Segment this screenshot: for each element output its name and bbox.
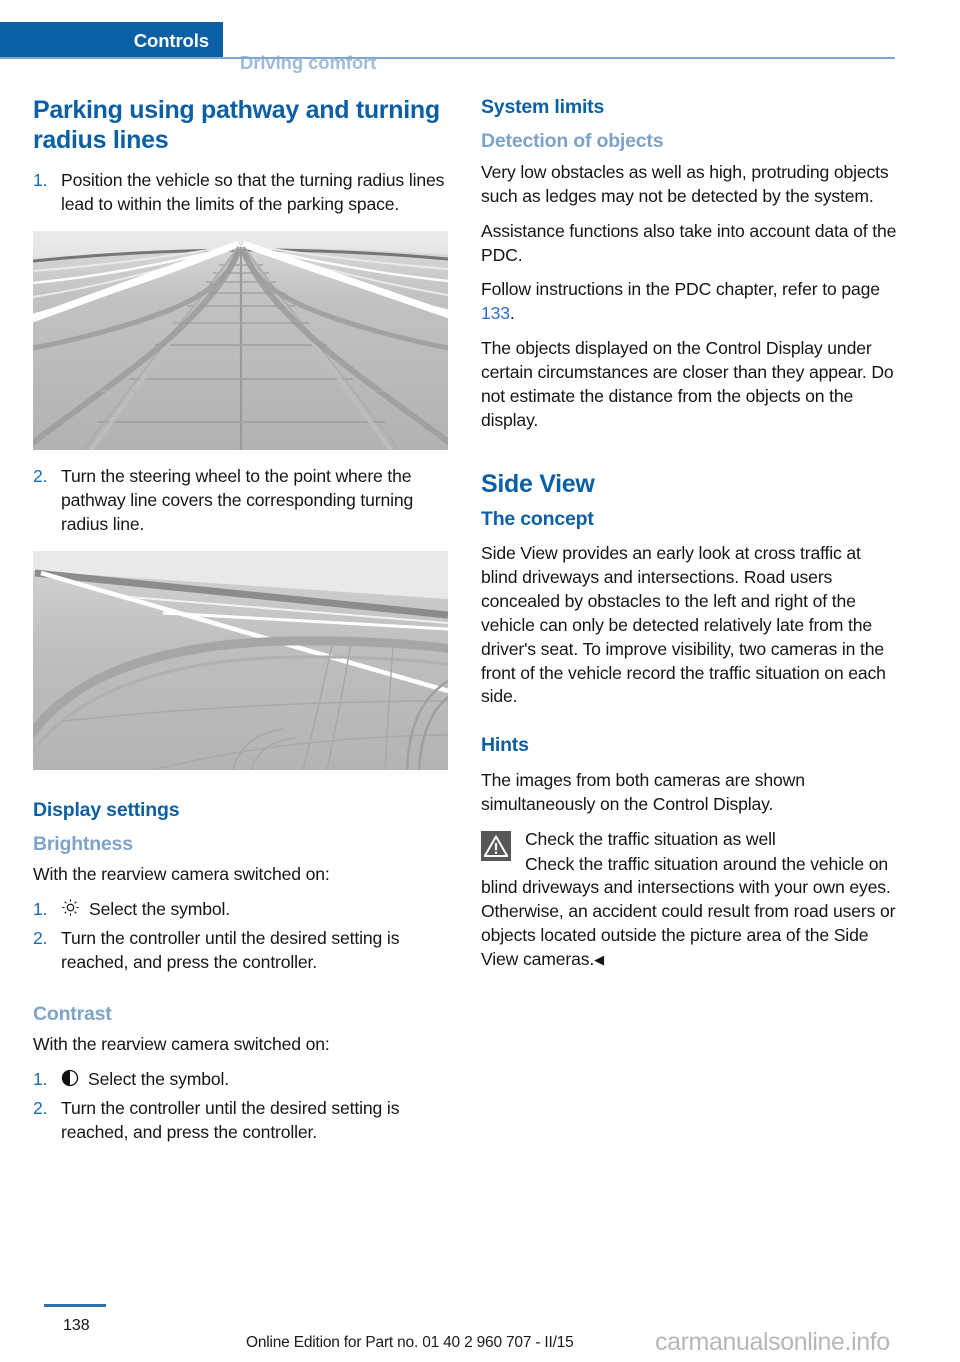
step-text: Select the symbol. — [89, 899, 231, 920]
site-watermark: carmanualsonline.info — [655, 1328, 890, 1356]
step-text: Turn the controller until the desired se… — [61, 1098, 400, 1143]
step-number: 2. — [33, 465, 48, 486]
footer-divider — [44, 1304, 106, 1307]
display-settings-heading: Display settings — [33, 798, 180, 821]
brightness-intro: With the rearview camera switched on: — [33, 864, 330, 885]
end-mark: ◀ — [594, 952, 604, 968]
page-title: Parking using pathway and turning radius… — [33, 96, 440, 154]
right-column: System limits Detection of objects Very … — [481, 96, 899, 972]
list-item: 2. Turn the steering wheel to the point … — [33, 465, 451, 537]
step-number: 1. — [33, 170, 48, 190]
refer-to-period: . — [509, 303, 515, 324]
list-item: 1. Select the symbol. — [33, 898, 451, 924]
left-column: Parking using pathway and turning radius… — [33, 96, 451, 1159]
list-item: 2. Turn the controller until the desired… — [33, 1097, 451, 1145]
refer-to-text: Follow instructions in the PDC chapter, … — [481, 279, 880, 300]
detection-paragraph-1: Very low obstacles as well as high, prot… — [481, 161, 889, 206]
contrast-steps: 1. Select the symbol. 2. Turn the contro… — [33, 1068, 451, 1145]
detection-paragraph-2: Assistance functions also take into acco… — [481, 220, 897, 265]
warning-title: Check the traffic situation as well — [525, 828, 776, 849]
sun-icon — [61, 898, 80, 924]
contrast-intro: With the rearview camera switched on: — [33, 1034, 330, 1055]
warning-triangle-icon — [481, 830, 511, 861]
detection-of-objects-heading: Detection of objects — [481, 130, 664, 153]
page-header: Controls Driving comfort — [0, 22, 960, 73]
tab-controls-label: Controls — [133, 30, 209, 51]
step-text: Turn the controller until the desired se… — [61, 928, 400, 973]
warning-triangle-icon-glyph — [481, 830, 511, 861]
contrast-heading: Contrast — [33, 1003, 112, 1026]
edition-notice: Online Edition for Part no. 01 40 2 960 … — [246, 1334, 574, 1351]
hints-heading: Hints — [481, 734, 529, 757]
contrast-icon — [61, 1069, 79, 1094]
page-reference-link[interactable]: 133 — [481, 303, 510, 323]
list-item: 1. Select the symbol. — [33, 1068, 451, 1094]
step-text: Position the vehicle so that the turning… — [61, 170, 445, 214]
warning-body-text: Check the traffic situation around the v… — [481, 853, 896, 970]
tab-driving-comfort[interactable]: Driving comfort — [240, 52, 376, 74]
concept-paragraph: Side View provides an early look at cros… — [481, 542, 886, 707]
tab-controls[interactable]: Controls — [0, 22, 223, 58]
system-limits-heading: System limits — [481, 96, 605, 118]
figure-rearview-pathway-lines — [33, 230, 448, 450]
step-number: 2. — [33, 928, 48, 949]
list-item: 2. Turn the controller until the desired… — [33, 927, 451, 975]
brightness-heading: Brightness — [33, 833, 133, 855]
steps-list-1: 1. Position the vehicle so that the turn… — [33, 169, 451, 217]
step-number: 2. — [33, 1098, 48, 1119]
warning-block: Check the traffic situation as well Chec… — [481, 828, 899, 973]
detection-paragraph-4: The objects displayed on the Control Dis… — [481, 338, 894, 431]
brightness-steps: 1. Select the symbol. 2. Turn the contro… — [33, 898, 451, 975]
side-view-heading: Side View — [481, 470, 595, 498]
page-number: 138 — [63, 1317, 90, 1334]
list-item: 1. Position the vehicle so that the turn… — [33, 169, 451, 217]
step-number: 1. — [33, 1069, 48, 1090]
header-divider — [0, 57, 895, 59]
step-text: Turn the steering wheel to the point whe… — [61, 465, 414, 534]
steps-list-2: 2. Turn the steering wheel to the point … — [33, 465, 451, 537]
step-text: Select the symbol. — [88, 1069, 230, 1090]
rearview-camera-image-2 — [33, 550, 448, 770]
the-concept-heading: The concept — [481, 507, 594, 530]
detection-paragraph-3: Follow instructions in the PDC chapter, … — [481, 278, 899, 326]
sun-icon-glyph — [62, 899, 79, 917]
hints-paragraph: The images from both cameras are shown s… — [481, 769, 805, 814]
figure-rearview-turning-radius — [33, 550, 448, 770]
rearview-camera-image-1 — [33, 230, 448, 450]
step-number: 1. — [33, 899, 48, 920]
contrast-icon-glyph — [61, 1070, 79, 1087]
